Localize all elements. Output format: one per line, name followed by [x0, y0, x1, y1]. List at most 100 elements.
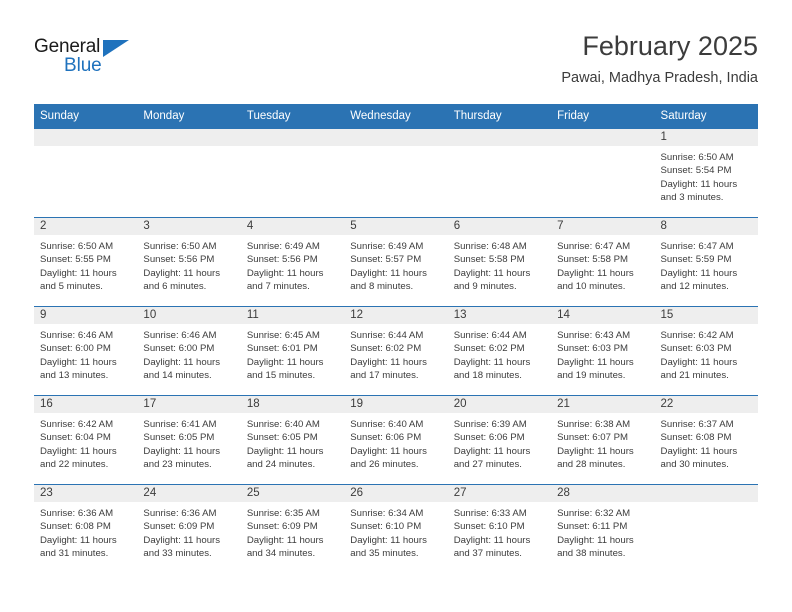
sunrise-text: Sunrise: 6:45 AM: [246, 330, 320, 341]
daylight-text-line2: and 34 minutes.: [246, 548, 316, 560]
daylight-text-line2: and 21 minutes.: [660, 370, 729, 382]
day-cell[interactable]: 9 Sunrise: 6:46 AM Sunset: 6:00 PM Daylight…: [34, 307, 138, 395]
daylight-text-line2: and 38 minutes.: [557, 548, 626, 560]
day-cell[interactable]: 26 Sunrise: 6:34 AM Sunset: 6:10 PM Dayligh…: [344, 485, 448, 573]
day-cell[interactable]: 4 Sunrise: 6:49 AM Sunset: 5:56 PM Daylight…: [240, 218, 345, 306]
day-sun-info: Sunrise: 6:46 AM Sunset: 6:00 PM Daylight:…: [137, 324, 240, 383]
day-cell[interactable]: 27 Sunrise: 6:33 AM Sunset: 6:10 PM Dayligh…: [447, 485, 552, 573]
daylight-text-line1: Daylight: 11 hours: [557, 267, 634, 279]
day-cell[interactable]: 10 Sunrise: 6:46 AM Sunset: 6:00 PM Dayligh…: [137, 307, 241, 395]
day-cell[interactable]: 3 Sunrise: 6:50 AM Sunset: 5:56 PM Daylight…: [137, 218, 241, 306]
sunset-text: Sunset: 6:10 PM: [453, 521, 525, 533]
day-cell[interactable]: 1 Sunrise: 6:50 AM Sunset: 5:54 PM Daylight…: [654, 129, 758, 217]
sunset-text: Sunset: 5:58 PM: [557, 254, 629, 266]
calendar-grid: Sunday Monday Tuesday Wednesday Thursday Frid…: [34, 104, 758, 573]
sunset-text: Sunset: 5:58 PM: [453, 254, 525, 266]
day-cell[interactable]: 13 Sunrise: 6:44 AM Sunset: 6:02 PM Dayligh…: [447, 307, 552, 395]
daylight-text-line2: and 12 minutes.: [660, 281, 729, 293]
sunset-text: Sunset: 6:08 PM: [40, 521, 111, 533]
day-number: 2: [34, 218, 138, 235]
daylight-text-line2: and 8 minutes.: [350, 281, 414, 293]
sunrise-text: Sunrise: 6:47 AM: [660, 241, 734, 252]
daylight-text-line1: Daylight: 11 hours: [660, 267, 738, 279]
day-sun-info: Sunrise: 6:32 AM Sunset: 6:11 PM Daylight:…: [551, 502, 654, 561]
daylight-text-line2: and 15 minutes.: [246, 370, 316, 382]
day-sun-info: Sunrise: 6:48 AM Sunset: 5:58 PM Daylight:…: [448, 235, 551, 294]
day-cell[interactable]: 15 Sunrise: 6:42 AM Sunset: 6:03 PM Dayligh…: [654, 307, 758, 395]
day-number: 26: [344, 485, 448, 502]
day-cell-empty: [654, 485, 758, 573]
day-cell[interactable]: 5 Sunrise: 6:49 AM Sunset: 5:57 PM Daylight…: [344, 218, 448, 306]
sunrise-text: Sunrise: 6:42 AM: [40, 419, 114, 430]
sunrise-text: Sunrise: 6:40 AM: [350, 419, 424, 430]
daylight-text-line1: Daylight: 11 hours: [660, 178, 738, 190]
daylight-text-line2: and 35 minutes.: [350, 548, 419, 560]
sunrise-text: Sunrise: 6:42 AM: [660, 330, 734, 341]
weekday-header-wednesday: Wednesday: [350, 110, 411, 122]
day-number: 24: [137, 485, 241, 502]
day-cell[interactable]: 16 Sunrise: 6:42 AM Sunset: 6:04 PM Dayligh…: [34, 396, 138, 484]
day-sun-info: Sunrise: 6:49 AM Sunset: 5:57 PM Daylight:…: [344, 235, 447, 294]
day-number: 20: [447, 396, 552, 413]
weekday-header-monday: Monday: [143, 110, 185, 122]
day-sun-info: Sunrise: 6:37 AM Sunset: 6:08 PM Daylight:…: [655, 413, 758, 472]
daylight-text-line1: Daylight: 11 hours: [453, 267, 531, 279]
sunset-text: Sunset: 6:05 PM: [143, 432, 215, 444]
day-cell[interactable]: 23 Sunrise: 6:36 AM Sunset: 6:08 PM Dayligh…: [34, 485, 138, 573]
sunrise-text: Sunrise: 6:40 AM: [246, 419, 320, 430]
page-subtitle: Pawai, Madhya Pradesh, India: [561, 70, 758, 86]
calendar-week-row: 9 Sunrise: 6:46 AM Sunset: 6:00 PM Daylight…: [34, 306, 758, 395]
day-cell[interactable]: 28 Sunrise: 6:32 AM Sunset: 6:11 PM Dayligh…: [551, 485, 655, 573]
day-cell[interactable]: 2 Sunrise: 6:50 AM Sunset: 5:55 PM Daylight…: [34, 218, 138, 306]
day-sun-info: Sunrise: 6:43 AM Sunset: 6:03 PM Daylight:…: [551, 324, 654, 383]
page-header: General Blue February 2025 Pawai, Madhya…: [0, 0, 792, 104]
daylight-text-line2: and 31 minutes.: [40, 548, 109, 560]
sunrise-text: Sunrise: 6:48 AM: [453, 241, 527, 252]
day-cell[interactable]: 14 Sunrise: 6:43 AM Sunset: 6:03 PM Dayligh…: [551, 307, 655, 395]
day-sun-info: Sunrise: 6:40 AM Sunset: 6:05 PM Daylight:…: [241, 413, 344, 472]
day-number: [551, 129, 655, 146]
sunset-text: Sunset: 6:07 PM: [557, 432, 629, 444]
sunset-text: Sunset: 6:05 PM: [246, 432, 318, 444]
day-number: [240, 129, 345, 146]
day-cell[interactable]: 8 Sunrise: 6:47 AM Sunset: 5:59 PM Daylight…: [654, 218, 758, 306]
day-cell[interactable]: 21 Sunrise: 6:38 AM Sunset: 6:07 PM Dayligh…: [551, 396, 655, 484]
day-number: 19: [344, 396, 448, 413]
day-cell[interactable]: 7 Sunrise: 6:47 AM Sunset: 5:58 PM Daylight…: [551, 218, 655, 306]
day-cell[interactable]: 17 Sunrise: 6:41 AM Sunset: 6:05 PM Dayligh…: [137, 396, 241, 484]
day-sun-info: Sunrise: 6:50 AM Sunset: 5:55 PM Daylight:…: [34, 235, 137, 294]
day-number: 7: [551, 218, 655, 235]
day-number: 9: [34, 307, 138, 324]
day-number: 1: [654, 129, 758, 146]
day-cell[interactable]: 18 Sunrise: 6:40 AM Sunset: 6:05 PM Dayligh…: [240, 396, 345, 484]
day-sun-info: Sunrise: 6:45 AM Sunset: 6:01 PM Daylight:…: [241, 324, 344, 383]
daylight-text-line1: Daylight: 11 hours: [350, 534, 427, 546]
day-cell[interactable]: 12 Sunrise: 6:44 AM Sunset: 6:02 PM Dayligh…: [344, 307, 448, 395]
day-cell[interactable]: 6 Sunrise: 6:48 AM Sunset: 5:58 PM Daylight…: [447, 218, 552, 306]
day-number: 28: [551, 485, 655, 502]
day-sun-info: Sunrise: 6:50 AM Sunset: 5:54 PM Daylight:…: [655, 146, 758, 205]
day-cell[interactable]: 24 Sunrise: 6:36 AM Sunset: 6:09 PM Dayligh…: [137, 485, 241, 573]
logo-text-blue: Blue: [64, 55, 102, 76]
title-block: February 2025 Pawai, Madhya Pradesh, Ind…: [561, 30, 758, 87]
sunrise-text: Sunrise: 6:36 AM: [143, 508, 217, 519]
day-cell[interactable]: 11 Sunrise: 6:45 AM Sunset: 6:01 PM Dayligh…: [240, 307, 345, 395]
daylight-text-line2: and 26 minutes.: [350, 459, 419, 471]
day-cell[interactable]: 20 Sunrise: 6:39 AM Sunset: 6:06 PM Dayligh…: [447, 396, 552, 484]
day-cell[interactable]: 19 Sunrise: 6:40 AM Sunset: 6:06 PM Dayligh…: [344, 396, 448, 484]
sunset-text: Sunset: 6:06 PM: [453, 432, 525, 444]
general-blue-logo[interactable]: General Blue: [34, 36, 154, 82]
sunrise-text: Sunrise: 6:36 AM: [40, 508, 114, 519]
daylight-text-line1: Daylight: 11 hours: [660, 356, 738, 368]
day-cell[interactable]: 25 Sunrise: 6:35 AM Sunset: 6:09 PM Dayligh…: [240, 485, 345, 573]
day-cell[interactable]: 22 Sunrise: 6:37 AM Sunset: 6:08 PM Dayligh…: [654, 396, 758, 484]
day-number: 3: [137, 218, 241, 235]
sunrise-text: Sunrise: 6:33 AM: [453, 508, 527, 519]
daylight-text-line1: Daylight: 11 hours: [143, 445, 221, 457]
calendar-week-row: 16 Sunrise: 6:42 AM Sunset: 6:04 PM Dayligh…: [34, 395, 758, 484]
weekday-header-sunday: Sunday: [40, 110, 80, 122]
day-sun-info: Sunrise: 6:38 AM Sunset: 6:07 PM Daylight:…: [551, 413, 654, 472]
daylight-text-line1: Daylight: 11 hours: [350, 445, 427, 457]
day-sun-info: Sunrise: 6:39 AM Sunset: 6:06 PM Daylight:…: [448, 413, 551, 472]
day-sun-info: Sunrise: 6:46 AM Sunset: 6:00 PM Daylight:…: [34, 324, 137, 383]
